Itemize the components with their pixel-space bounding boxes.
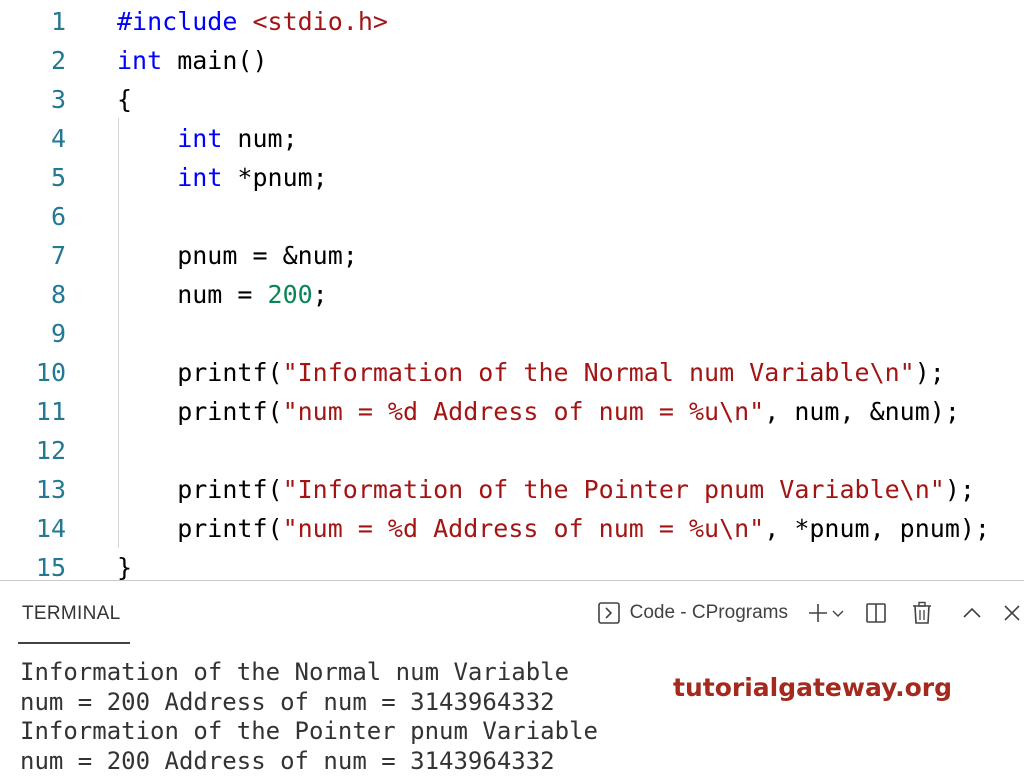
line-number: 2	[50, 46, 66, 75]
line-number: 8	[50, 280, 66, 309]
close-icon[interactable]	[1000, 595, 1024, 631]
code-line[interactable]: 13 printf("Information of the Pointer pn…	[0, 470, 1024, 509]
code-token: , *pnum, pnum);	[764, 514, 990, 543]
line-number: 9	[50, 319, 66, 348]
code-line[interactable]: 8 num = 200;	[0, 275, 1024, 314]
line-number: 14	[35, 514, 66, 543]
code-line[interactable]: 12	[0, 431, 1024, 470]
code-token: ;	[312, 280, 328, 309]
code-token: 200	[267, 280, 313, 309]
terminal-shell-label[interactable]: Code - CPrograms	[630, 595, 788, 631]
code-token: "num = %d Address of num = %u\n"	[282, 514, 765, 543]
code-token: #include	[117, 7, 253, 36]
code-text[interactable]: {	[117, 80, 132, 119]
code-token: "Information of the Normal num Variable\…	[282, 358, 915, 387]
code-text[interactable]: printf("Information of the Normal num Va…	[117, 353, 945, 392]
code-token: *pnum;	[222, 163, 328, 192]
code-token: "num = %d Address of num = %u\n"	[282, 397, 765, 426]
code-token: <stdio.h>	[252, 7, 388, 36]
line-number: 12	[35, 436, 66, 465]
plus-icon[interactable]	[806, 595, 830, 631]
terminal-output-line: num = 200 Address of num = 3143964332	[20, 747, 555, 775]
line-number: 10	[35, 358, 66, 387]
code-text[interactable]: }	[117, 548, 132, 580]
code-text[interactable]: pnum = &num;	[117, 236, 358, 275]
code-editor[interactable]: 1 #include <stdio.h> 2 int main() 3{4 int nu…	[0, 0, 1024, 580]
code-token: );	[944, 475, 975, 504]
code-line[interactable]: 1 #include <stdio.h>	[0, 2, 1024, 41]
terminal-toolbar: Code - CPrograms	[596, 595, 1024, 631]
watermark-logo: tutorialgateway.org	[673, 673, 952, 702]
code-line[interactable]: 4 int num;	[0, 119, 1024, 158]
code-text[interactable]: num = 200;	[117, 275, 328, 314]
line-number: 6	[50, 202, 66, 231]
line-number: 15	[35, 553, 66, 580]
line-number: 3	[50, 85, 66, 114]
code-text[interactable]: int main()	[117, 41, 268, 80]
terminal-output-line: Information of the Normal num Variable	[20, 658, 570, 686]
code-text[interactable]: #include <stdio.h>	[117, 2, 388, 41]
code-line[interactable]: 3{	[0, 80, 1024, 119]
split-icon[interactable]	[864, 595, 888, 631]
code-line[interactable]: 10 printf("Information of the Normal num…	[0, 353, 1024, 392]
line-number: 11	[35, 397, 66, 426]
code-token: "Information of the Pointer pnum Variabl…	[282, 475, 945, 504]
code-line[interactable]: 11 printf("num = %d Address of num = %u\…	[0, 392, 1024, 431]
code-line[interactable]: 2 int main()	[0, 41, 1024, 80]
chevron-up-icon[interactable]	[960, 595, 984, 631]
code-token: main()	[162, 46, 268, 75]
code-text[interactable]: printf("Information of the Pointer pnum …	[117, 470, 975, 509]
code-text[interactable]: int num;	[117, 119, 298, 158]
code-line[interactable]: 7 pnum = &num;	[0, 236, 1024, 275]
tab-terminal[interactable]: TERMINAL	[22, 603, 120, 625]
code-token: int	[177, 124, 223, 153]
code-token: , num, &num);	[764, 397, 960, 426]
terminal-panel: TERMINAL Code - CPrograms Information of…	[0, 581, 1024, 777]
code-token: }	[117, 553, 133, 580]
code-token: int	[177, 163, 223, 192]
code-token: );	[914, 358, 945, 387]
tab-active-indicator	[18, 642, 130, 644]
code-line[interactable]: 9	[0, 314, 1024, 353]
line-number: 7	[50, 241, 66, 270]
code-token: printf(	[117, 475, 283, 504]
code-token: printf(	[117, 358, 283, 387]
code-token: num =	[117, 280, 268, 309]
chevron-down-icon[interactable]	[830, 595, 846, 631]
code-text[interactable]: int *pnum;	[117, 158, 328, 197]
terminal-output-line: Information of the Pointer pnum Variable	[20, 717, 598, 745]
code-line[interactable]: 6	[0, 197, 1024, 236]
code-line[interactable]: 5 int *pnum;	[0, 158, 1024, 197]
code-token: printf(	[117, 514, 283, 543]
trash-icon[interactable]	[910, 595, 934, 631]
line-number: 13	[35, 475, 66, 504]
line-number: 1	[50, 7, 66, 36]
code-token: printf(	[117, 397, 283, 426]
code-line[interactable]: 14 printf("num = %d Address of num = %u\…	[0, 509, 1024, 548]
code-line[interactable]: 15}	[0, 548, 1024, 580]
code-text[interactable]: printf("num = %d Address of num = %u\n",…	[117, 392, 960, 431]
line-number: 5	[50, 163, 66, 192]
code-token: pnum = &num;	[117, 241, 358, 270]
code-token: num;	[222, 124, 298, 153]
terminal-output-line: num = 200 Address of num = 3143964332	[20, 688, 555, 716]
code-token: int	[117, 46, 163, 75]
terminal-shell-icon[interactable]	[596, 595, 622, 631]
line-number: 4	[50, 124, 66, 153]
code-token: {	[117, 85, 133, 114]
code-text[interactable]: printf("num = %d Address of num = %u\n",…	[117, 509, 990, 548]
